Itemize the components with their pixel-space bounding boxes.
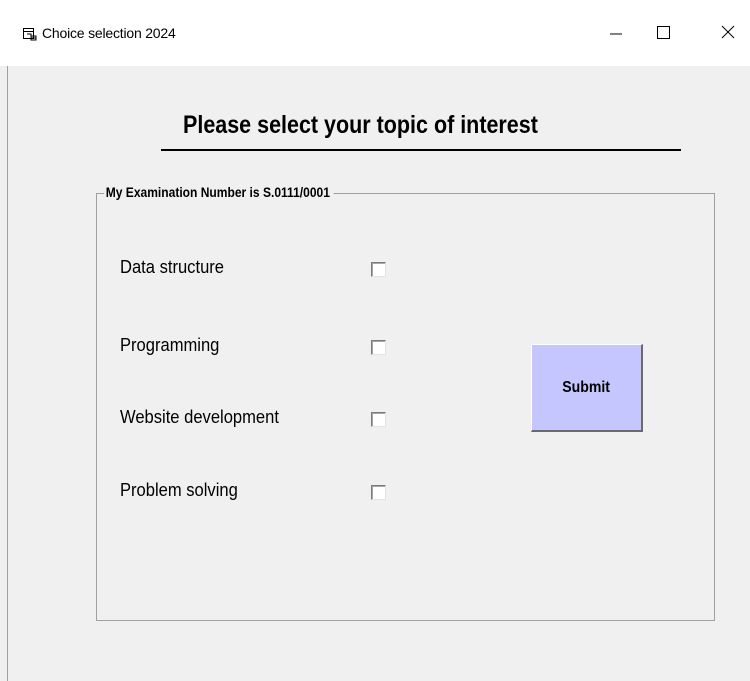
option-label-data-structure: Data structure	[120, 257, 225, 277]
app-window-icon	[22, 27, 38, 41]
submit-button[interactable]: Submit	[531, 344, 643, 432]
minimize-button[interactable]	[596, 16, 636, 52]
form-heading: Please select your topic of interest	[183, 111, 538, 139]
heading-underline	[161, 149, 681, 151]
checkbox-programming[interactable]	[371, 340, 386, 355]
window-left-border	[7, 66, 8, 681]
checkbox-problem-solving[interactable]	[371, 485, 386, 500]
checkbox-data-structure[interactable]	[371, 262, 386, 277]
option-label-programming: Programming	[120, 335, 220, 355]
title-bar[interactable]: Choice selection 2024	[0, 0, 750, 66]
close-icon	[720, 24, 736, 45]
checkbox-website-development[interactable]	[371, 412, 386, 427]
close-button[interactable]	[708, 16, 748, 52]
maximize-button[interactable]	[643, 16, 683, 52]
app-window: Choice selection 2024 Please select your…	[0, 0, 750, 681]
submit-button-label: Submit	[562, 378, 611, 396]
maximize-icon	[655, 24, 671, 45]
option-label-problem-solving: Problem solving	[120, 480, 238, 500]
minimize-icon	[608, 24, 624, 45]
window-title: Choice selection 2024	[42, 25, 176, 41]
groupbox-label: My Examination Number is S.0111/0001	[104, 184, 334, 200]
option-label-website-development: Website development	[120, 407, 279, 427]
